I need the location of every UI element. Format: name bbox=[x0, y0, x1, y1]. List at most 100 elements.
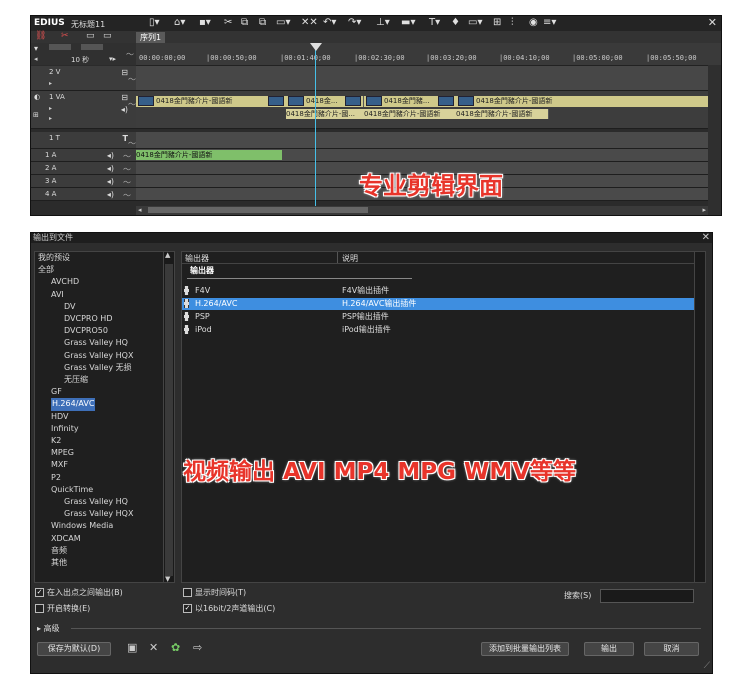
speaker-icon[interactable]: ◂) bbox=[107, 164, 114, 173]
tab-sequence-1[interactable]: 序列1 bbox=[136, 32, 166, 43]
save-icon[interactable]: ▪▾ bbox=[199, 17, 211, 28]
preset-tree-item[interactable]: Grass Valley 无损 bbox=[35, 362, 164, 374]
show-timecode-checkbox[interactable]: 显示时间码(T) bbox=[183, 587, 246, 598]
preset-tree-item[interactable]: 音频 bbox=[35, 545, 164, 557]
save-preset-icon[interactable]: ▣ bbox=[127, 641, 137, 654]
scroll-down-icon[interactable]: ▼ bbox=[165, 575, 170, 583]
track-1va-body[interactable]: 0418金門豬介片-國語新 0418金... 0418金門豬... 0418金門… bbox=[136, 91, 709, 129]
mixer-icon[interactable]: ⫶ bbox=[511, 17, 514, 28]
preset-tree-item[interactable]: Grass Valley HQX bbox=[35, 508, 164, 520]
menu-icon[interactable]: ≡▾ bbox=[543, 17, 556, 28]
track-1t-body[interactable] bbox=[136, 132, 708, 149]
preset-tree-item[interactable]: AVI bbox=[35, 289, 164, 301]
preset-tree-item[interactable]: H.264/AVC bbox=[35, 398, 164, 411]
track-patch-icon[interactable]: ◐ bbox=[34, 93, 40, 101]
preset-tree-item[interactable]: GF bbox=[35, 386, 164, 398]
grid-icon[interactable]: ⊞ bbox=[493, 17, 501, 28]
preset-tree-item[interactable]: QuickTime bbox=[35, 484, 164, 496]
import-preset-icon[interactable]: ✿ bbox=[171, 641, 180, 654]
enable-convert-checkbox[interactable]: 开启转换(E) bbox=[35, 603, 90, 614]
export-preset-icon[interactable]: ⇨ bbox=[193, 641, 202, 654]
output-16bit-checkbox[interactable]: ✓ 以16bit/2声道输出(C) bbox=[183, 603, 275, 614]
playhead-handle[interactable] bbox=[310, 43, 322, 51]
in-out-checkbox[interactable]: ✓ 在入出点之间输出(B) bbox=[35, 587, 123, 598]
preset-tree-item[interactable]: DV bbox=[35, 301, 164, 313]
track-header-1a[interactable]: 1 A ◂) 〜 bbox=[31, 149, 136, 162]
marker-icon[interactable]: ▬▾ bbox=[401, 17, 415, 28]
mic-icon[interactable]: ♦ bbox=[451, 17, 460, 28]
scroll-thumb[interactable] bbox=[165, 264, 173, 576]
exporter-row[interactable]: iPod iPod输出插件 bbox=[182, 324, 695, 336]
scroll-right-icon[interactable]: ▸ bbox=[702, 206, 706, 214]
video-clip[interactable]: 0418金門豬介片-國語新 bbox=[136, 96, 287, 107]
export-button[interactable]: 输出 bbox=[584, 642, 634, 656]
track-1a-body[interactable]: 0418金門豬介片-國語新 bbox=[136, 149, 708, 162]
delete-icon[interactable]: ✕ bbox=[149, 641, 158, 654]
title-icon[interactable]: T▾ bbox=[429, 17, 440, 28]
column-header-description[interactable]: 说明 bbox=[342, 253, 358, 264]
cut-icon[interactable]: ✂ bbox=[224, 17, 232, 28]
preset-tree-item[interactable]: Grass Valley HQX bbox=[35, 350, 164, 362]
scroll-up-icon[interactable]: ▲ bbox=[165, 251, 170, 259]
audio-subclip[interactable]: 0418金門豬介片-國語新 bbox=[364, 109, 457, 119]
preset-tree-item[interactable]: 无压缩 bbox=[35, 374, 164, 386]
vertical-scrollbar[interactable] bbox=[708, 65, 721, 215]
wave-icon[interactable]: 〜 bbox=[123, 164, 131, 175]
preset-tree-item[interactable]: DVCPRO HD bbox=[35, 313, 164, 325]
video-track-icon[interactable]: ⊟ bbox=[121, 68, 128, 77]
scroll-thumb[interactable] bbox=[148, 207, 368, 213]
expand-icon[interactable]: ▸ bbox=[49, 115, 52, 122]
scroll-left-icon[interactable]: ◂ bbox=[138, 206, 142, 214]
wave-icon[interactable]: 〜 bbox=[123, 190, 131, 201]
video-track-icon[interactable]: ⊟ bbox=[121, 93, 128, 102]
exporter-row[interactable]: F4V F4V输出插件 bbox=[182, 285, 695, 297]
exporter-scrollbar[interactable] bbox=[694, 251, 706, 583]
sync-lock-icon[interactable]: ⊞ bbox=[33, 111, 39, 119]
speaker-icon[interactable]: ◂) bbox=[107, 190, 114, 199]
speaker-icon[interactable]: ◂) bbox=[107, 177, 114, 186]
track-2v-body[interactable] bbox=[136, 66, 708, 91]
search-input[interactable] bbox=[600, 589, 694, 603]
close-icon[interactable]: ✕ bbox=[702, 232, 710, 243]
track-header-1t[interactable]: 1 T T 〜 bbox=[31, 132, 136, 149]
insert-mode-icon[interactable]: ▭▾ bbox=[276, 17, 290, 28]
paste-icon[interactable]: ⧉ bbox=[259, 17, 266, 28]
video-clip[interactable]: 0418金門豬介片-國語新 bbox=[456, 96, 709, 107]
preset-tree-item[interactable]: Grass Valley HQ bbox=[35, 337, 164, 349]
exporter-list[interactable]: 输出器 说明 输出器 F4V F4V输出插件 H.264/AVC H.264/AVC输… bbox=[181, 251, 696, 583]
undo-icon[interactable]: ↶▾ bbox=[323, 17, 336, 28]
track-header-3a[interactable]: 3 A ◂) 〜 bbox=[31, 175, 136, 188]
mute-icon[interactable]: 〜 bbox=[128, 138, 136, 149]
preset-tree-item[interactable]: Windows Media bbox=[35, 520, 164, 532]
lock-icon[interactable]: ▾ bbox=[34, 44, 38, 53]
new-sequence-icon[interactable]: ▯▾ bbox=[149, 17, 160, 28]
resize-grip-icon[interactable]: ⟋ bbox=[704, 661, 710, 671]
save-default-button[interactable]: 保存为默认(D) bbox=[37, 642, 111, 656]
preset-tree-item[interactable]: K2 bbox=[35, 435, 164, 447]
zoom-slider[interactable] bbox=[49, 44, 71, 50]
preset-tree-item[interactable]: AVCHD bbox=[35, 276, 164, 288]
zoom-dropdown-icon[interactable]: ▾▸ bbox=[109, 55, 116, 63]
redo-icon[interactable]: ↷▾ bbox=[348, 17, 361, 28]
record-icon[interactable]: ◉ bbox=[529, 17, 538, 28]
audio-subclip[interactable]: 0418金門豬介片-國語新 bbox=[456, 109, 549, 119]
speaker-icon[interactable]: ◂) bbox=[121, 105, 128, 114]
track-header-2a[interactable]: 2 A ◂) 〜 bbox=[31, 162, 136, 175]
copy-icon[interactable]: ⧉ bbox=[241, 17, 248, 28]
zoom-control[interactable] bbox=[81, 44, 103, 50]
preset-tree-item[interactable]: 我的预设 bbox=[35, 252, 164, 264]
preset-tree[interactable]: 我的预设 全部 AVCHD AVI DV DVCPRO HD DVCPRO50 Grass V… bbox=[34, 251, 165, 583]
mute-icon[interactable]: 〜 bbox=[128, 74, 136, 85]
timecode-ruler[interactable]: 00:00:00;00 |00:00:50;00 |00:01:40;00 |0… bbox=[136, 43, 721, 66]
ripple-delete-icon[interactable]: ✕✕ bbox=[301, 17, 318, 28]
cancel-button[interactable]: 取消 bbox=[644, 642, 699, 656]
exporter-row[interactable]: PSP PSP输出插件 bbox=[182, 311, 695, 323]
expand-icon[interactable]: ▸ bbox=[49, 80, 52, 87]
preset-tree-item[interactable]: DVCPRO50 bbox=[35, 325, 164, 337]
wave-icon[interactable]: 〜 bbox=[123, 151, 131, 162]
chevron-right-icon[interactable]: ▸ bbox=[37, 624, 41, 633]
render-icon[interactable]: ▭▾ bbox=[468, 17, 482, 28]
set-in-out-icon[interactable]: ⊥▾ bbox=[376, 17, 390, 28]
sync-icon[interactable]: ▭ bbox=[86, 31, 95, 41]
audio-subclip[interactable]: 0418金門豬介片-國... bbox=[286, 109, 365, 119]
